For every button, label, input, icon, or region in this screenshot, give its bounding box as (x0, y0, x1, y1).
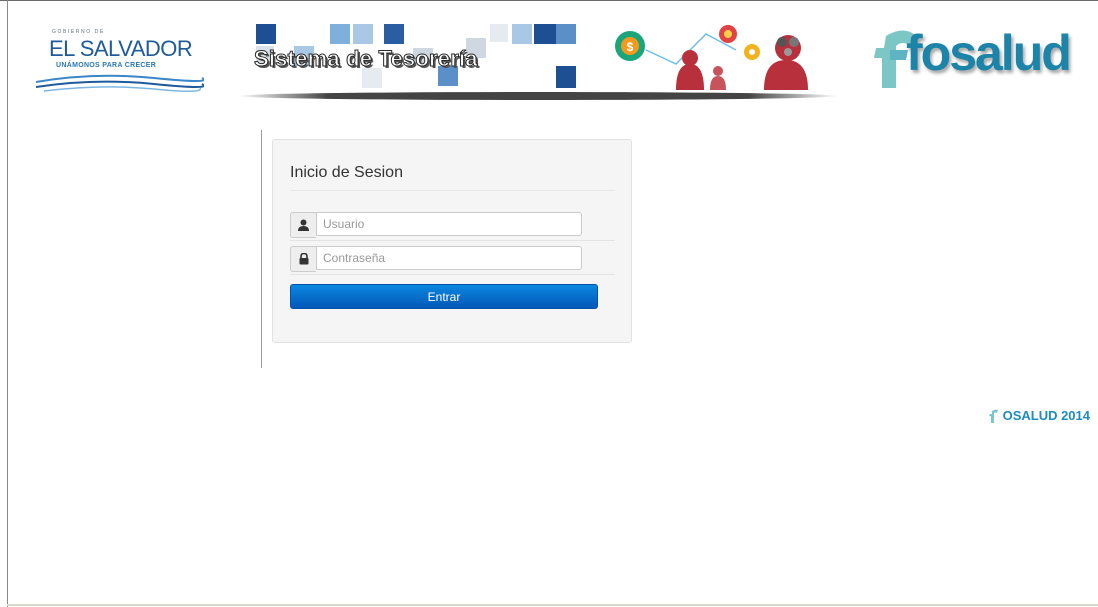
footer-brand: OSALUD 2014 (988, 408, 1090, 423)
sistema-tesoreria-banner: Sistema de Tesorería $ (238, 20, 838, 104)
fosalud-logo: fosalud (872, 24, 1080, 92)
gov-logo-tagline: UNÁMONOS PARA CRECER (56, 62, 157, 69)
gov-logo-main-text: EL SALVADOR (49, 36, 193, 61)
svg-text:$: $ (627, 40, 634, 54)
user-icon (290, 212, 316, 238)
password-input[interactable] (316, 246, 582, 270)
fosalud-logo-text: fosalud (906, 25, 1072, 81)
finance-people-illustration-icon: $ (615, 25, 808, 90)
vertical-divider (261, 130, 262, 368)
window-top-border (0, 0, 1098, 1)
banner-title: Sistema de Tesorería (254, 46, 479, 72)
username-row-divider (290, 240, 615, 241)
footer-brand-text: OSALUD 2014 (1002, 408, 1090, 423)
login-submit-button[interactable]: Entrar (290, 284, 598, 309)
username-field-group (290, 212, 584, 238)
banner-shadow-bar (238, 92, 838, 100)
window-left-border (7, 0, 8, 607)
title-divider (290, 190, 615, 191)
waves-icon (35, 74, 204, 92)
login-panel: Inicio de Sesion Entrar (272, 139, 632, 343)
window-bottom-border (7, 604, 1098, 606)
gobierno-el-salvador-logo: GOBIERNO DE EL SALVADOR UNÁMONOS PARA CR… (34, 28, 204, 98)
lock-icon (290, 246, 316, 272)
fosalud-mini-icon (988, 409, 998, 423)
gov-logo-small-text: GOBIERNO DE (52, 29, 105, 35)
login-title: Inicio de Sesion (290, 164, 403, 181)
password-row-divider (290, 274, 615, 275)
username-input[interactable] (316, 212, 582, 236)
password-field-group (290, 246, 584, 272)
